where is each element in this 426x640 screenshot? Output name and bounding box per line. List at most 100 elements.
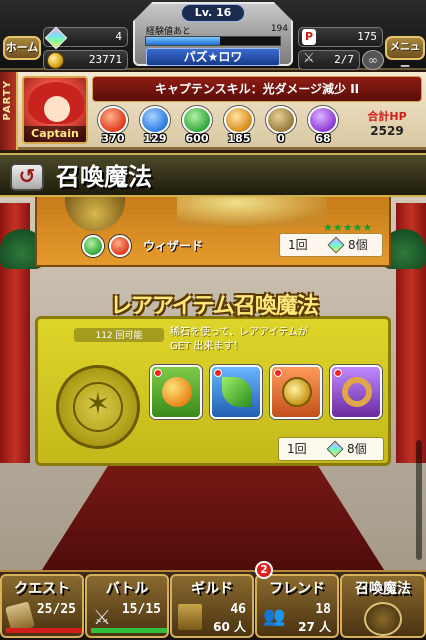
new-indicator: [214, 369, 222, 377]
party-tab-label: PARTY: [2, 80, 13, 121]
rare-item-apple[interactable]: [150, 365, 202, 419]
cost-count: 1回: [287, 442, 307, 456]
exp-label: 経験値あと: [146, 27, 192, 37]
rare-item-summon-card[interactable]: 112 回可能 稀石を使って、レアアイテムが GET 出来ます！ ✶ 1回 8個: [35, 316, 391, 466]
stat-value: 185: [227, 132, 251, 145]
new-indicator: [154, 369, 162, 377]
top-status-bar: ホーム 4 23771 Lv. 16 経験値あと 194 パズ★ロワ 175 P…: [0, 0, 426, 73]
rare-description-line2: GET 出来ます！: [170, 341, 244, 352]
link-icon[interactable]: ∞: [362, 50, 384, 70]
heart-orb-icon: [308, 106, 338, 134]
rare-item-ring[interactable]: [330, 365, 382, 419]
new-indicator: [334, 369, 342, 377]
stat-value: 600: [185, 132, 209, 145]
magic-circle-icon: ✶: [56, 365, 140, 449]
stamina-icon: P: [302, 29, 316, 45]
bottom-navigation: クエスト 25/25 バトル ⚔ 15/15 ギルド 46 60 人 フレンド …: [0, 570, 426, 640]
menu-button[interactable]: メニュー: [385, 36, 425, 73]
stat-light: 185: [220, 106, 258, 146]
stat-value: 370: [101, 132, 125, 145]
gem-icon: [326, 440, 344, 458]
rare-item-leaf[interactable]: [210, 365, 262, 419]
fire-orb-icon: [98, 106, 128, 134]
fire-attribute-icon: [109, 235, 131, 257]
player-name: パズ★ロワ: [146, 48, 280, 66]
stat-dark: 0: [262, 106, 300, 146]
coin-icon: [47, 52, 64, 69]
nav-quest-value: 25/25: [36, 602, 76, 617]
exp-bar: [145, 36, 281, 46]
party-tab[interactable]: PARTY: [0, 72, 18, 150]
nav-guild-capacity: 60 人: [213, 620, 246, 634]
stat-water: 129: [136, 106, 174, 146]
gem-count: 4: [115, 30, 122, 43]
stat-value: 129: [143, 132, 167, 145]
exp-bar-fill: [146, 37, 220, 45]
summon-card-wizard[interactable]: ★★★★★ ウィザード 1回 8個: [35, 197, 391, 267]
wood-attribute-icon: [82, 235, 104, 257]
apple-icon: [162, 377, 192, 407]
captain-face: [44, 96, 70, 122]
stat-value: 0: [277, 132, 285, 145]
stat-value: 68: [315, 132, 331, 145]
guild-notification-badge: 2: [255, 561, 273, 579]
back-button[interactable]: ↺: [10, 163, 44, 191]
nav-friend-capacity: 27 人: [298, 620, 331, 634]
rare-description-line1: 稀石を使って、レアアイテムが: [170, 327, 308, 338]
available-count: 112 回可能: [74, 328, 164, 342]
nav-friend-value: 18: [315, 602, 331, 617]
nav-battle[interactable]: バトル ⚔ 15/15: [85, 574, 169, 638]
nav-quest-label: クエスト: [14, 581, 70, 597]
water-orb-icon: [140, 106, 170, 134]
nav-battle-value: 15/15: [121, 602, 161, 617]
stat-fire: 370: [94, 106, 132, 146]
leaf-icon: [222, 377, 252, 407]
page-title: 召喚魔法: [56, 163, 152, 191]
page-title-banner: ↺ 召喚魔法: [0, 153, 426, 197]
rare-summon-cost: 1回 8個: [278, 437, 384, 461]
battle-stamina-bar: [91, 628, 167, 633]
nav-guild[interactable]: ギルド 46 60 人: [170, 574, 254, 638]
rare-item-summon-header: レアアイテム召喚魔法: [110, 294, 319, 319]
nav-summon-label: 召喚魔法: [355, 581, 411, 597]
menu-label: メニュー: [390, 42, 420, 73]
walker-icon: ⚔: [303, 51, 315, 66]
nav-battle-label: バトル: [105, 581, 149, 597]
rare-description: 稀石を使って、レアアイテムが GET 出来ます！: [170, 326, 380, 356]
monster-type: ウィザード: [143, 239, 204, 253]
summon-circle-icon: [364, 602, 402, 636]
exp-remaining: 194: [270, 24, 288, 34]
stat-heart: 68: [304, 106, 342, 146]
wood-orb-icon: [182, 106, 212, 134]
nav-quest[interactable]: クエスト 25/25: [0, 574, 84, 638]
gem-icon: [327, 236, 345, 254]
scrollbar[interactable]: [416, 440, 422, 560]
captain-portrait[interactable]: Captain: [22, 76, 88, 144]
cost-count: 1回: [288, 238, 308, 252]
total-hp-value: 2529: [370, 124, 404, 138]
home-button[interactable]: ホーム: [3, 36, 41, 60]
nav-friend-label: フレンド: [269, 581, 325, 597]
total-hp-label: 合計HP: [367, 110, 407, 123]
medal-icon: [282, 377, 312, 407]
captain-label: Captain: [24, 126, 86, 142]
coin-count: 23771: [88, 53, 122, 66]
quest-stamina-bar: [6, 628, 82, 633]
ring-icon: [342, 377, 372, 407]
stat-wood: 600: [178, 106, 216, 146]
summon-card-circle: [65, 197, 125, 231]
nav-summon[interactable]: 召喚魔法: [340, 574, 426, 638]
nav-guild-label: ギルド: [191, 581, 233, 597]
home-label: ホーム: [5, 41, 39, 54]
cost-value: 8個: [348, 238, 368, 252]
light-orb-icon: [224, 106, 254, 134]
nav-guild-value: 46: [230, 602, 246, 617]
stamina-value: 175: [357, 30, 377, 43]
friend-count: 2/7: [334, 53, 354, 66]
party-bar[interactable]: PARTY Captain キャプテンスキル：光ダメージ減少 II 370 12…: [0, 72, 426, 150]
magic-circle-star: ✶: [85, 387, 111, 422]
nav-friend[interactable]: フレンド 👥 18 27 人: [255, 574, 339, 638]
rare-item-medal[interactable]: [270, 365, 322, 419]
red-carpet: [40, 453, 386, 570]
cost-value: 8個: [347, 442, 367, 456]
